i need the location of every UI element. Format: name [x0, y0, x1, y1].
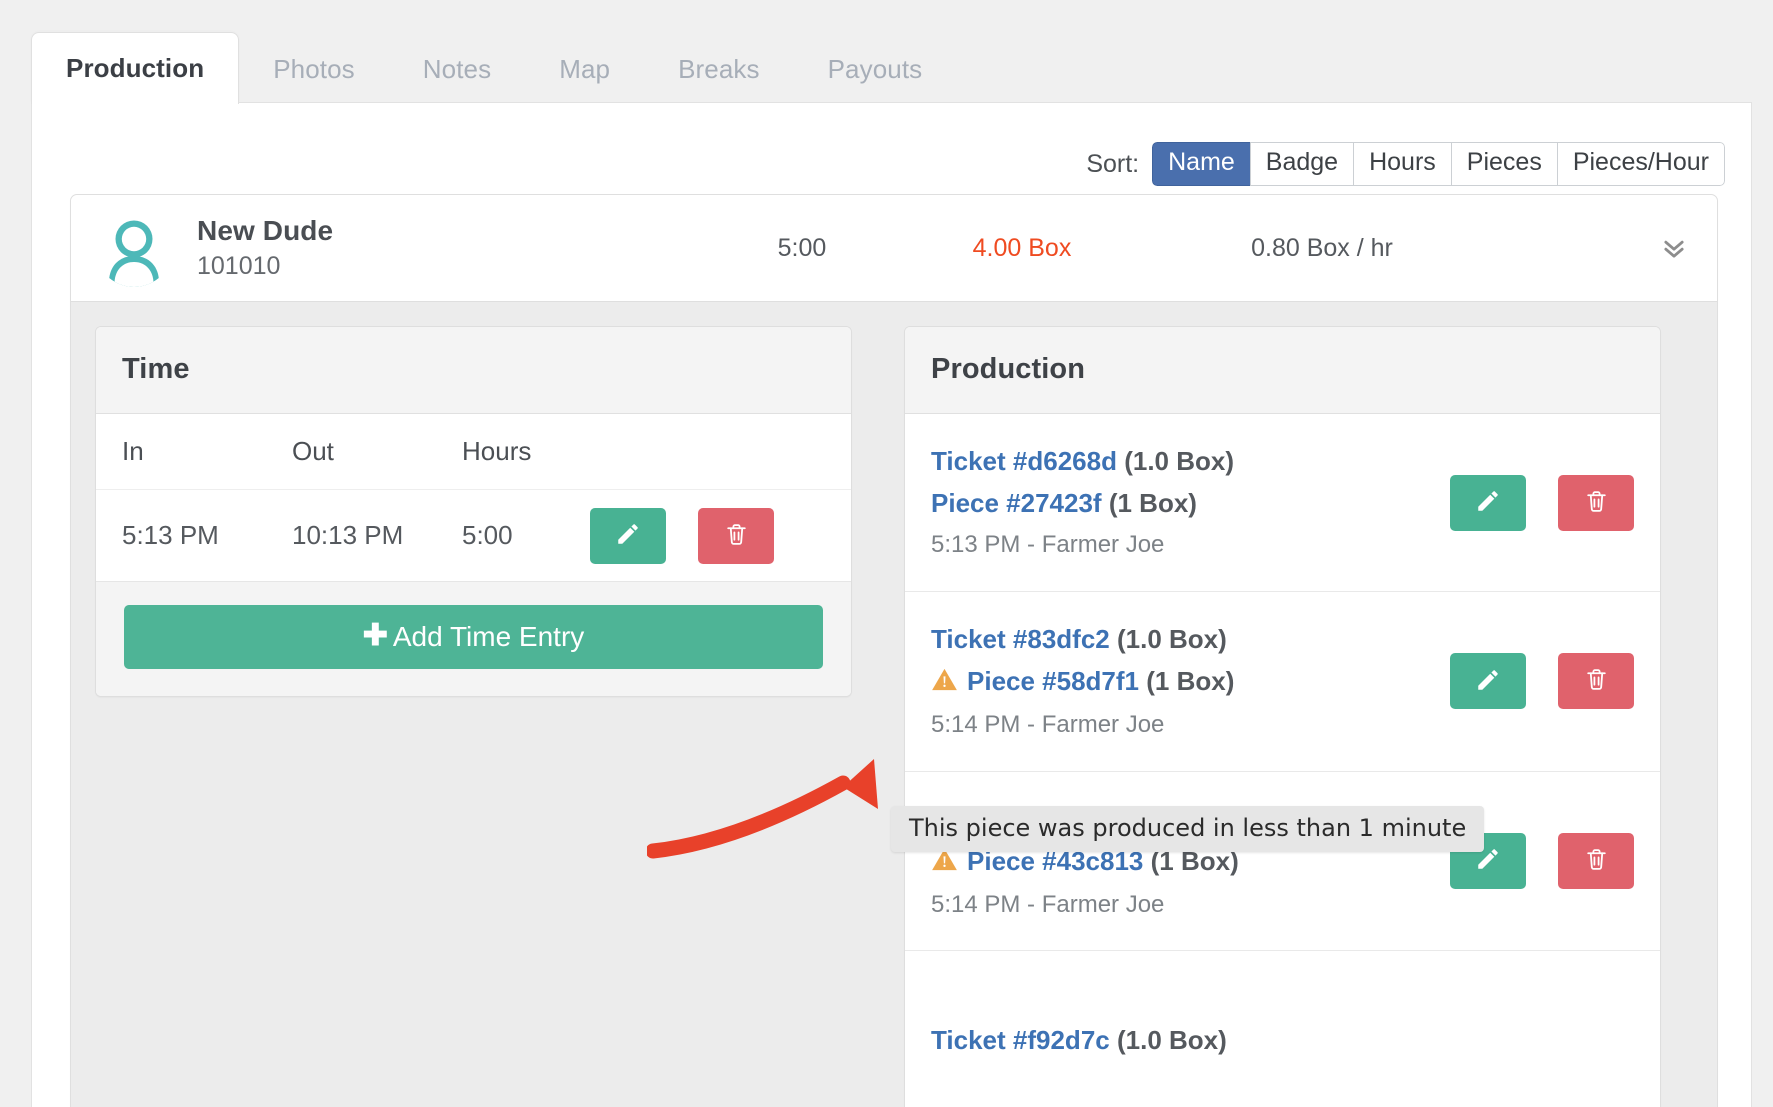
- piece-quantity: (1 Box): [1108, 488, 1197, 519]
- trash-icon: [1584, 489, 1609, 517]
- worker-hours-stat: 5:00: [777, 233, 827, 262]
- production-item-info: Ticket #83dfc2 (1.0 Box) Piece #58d7f1 (…: [931, 618, 1450, 745]
- tab-label: Payouts: [827, 54, 923, 84]
- edit-production-button[interactable]: [1450, 653, 1526, 710]
- piece-quantity: (1 Box): [1146, 666, 1235, 697]
- production-item-meta: 5:13 PM - Farmer Joe: [931, 531, 1165, 559]
- time-card-footer: ✚ Add Time Entry: [96, 582, 851, 696]
- time-col-hours: Hours: [462, 436, 532, 466]
- sort-option-hours[interactable]: Hours: [1353, 142, 1451, 186]
- tab-bar: Production Photos Notes Map Breaks Payou…: [31, 32, 1752, 104]
- worker-card-body: Time In Out Hours 5:13 PM 10:13 PM 5:00: [71, 301, 1717, 1107]
- piece-link[interactable]: Piece #27423f: [931, 488, 1102, 518]
- sort-bar: Sort: Name Badge Hours Pieces Pieces/Hou…: [1086, 141, 1725, 187]
- delete-production-button[interactable]: [1558, 832, 1634, 889]
- app-root: Production Photos Notes Map Breaks Payou…: [0, 0, 1773, 1107]
- edit-time-entry-button[interactable]: [590, 507, 666, 564]
- delete-production-button[interactable]: [1558, 474, 1634, 531]
- tab-label: Breaks: [678, 54, 760, 84]
- tab-label: Notes: [422, 54, 492, 84]
- warning-triangle-icon[interactable]: [931, 662, 958, 704]
- ticket-link[interactable]: Ticket #d6268d: [931, 446, 1117, 476]
- tab-label: Production: [66, 53, 205, 83]
- tab-label: Photos: [273, 54, 355, 84]
- sort-option-name[interactable]: Name: [1152, 142, 1250, 186]
- list-item: Ticket #83dfc2 (1.0 Box) Piece #58d7f1 (…: [905, 592, 1660, 772]
- table-row: 5:13 PM 10:13 PM 5:00: [96, 490, 851, 582]
- production-item-info: Ticket #f92d7c (1.0 Box): [931, 1019, 1634, 1061]
- worker-badge: 101010: [197, 251, 281, 280]
- ticket-link[interactable]: Ticket #83dfc2: [931, 624, 1110, 654]
- list-item: Ticket #f92d7c (1.0 Box): [905, 951, 1660, 1107]
- production-card: Production Ticket #d6268d (1.0 Box) Piec…: [904, 326, 1661, 1107]
- sort-button-group: Name Badge Hours Pieces Pieces/Hour: [1152, 142, 1725, 186]
- plus-icon: ✚: [362, 619, 388, 652]
- time-card-title: Time: [96, 327, 851, 414]
- tab-breaks[interactable]: Breaks: [644, 34, 794, 104]
- add-time-entry-button[interactable]: ✚ Add Time Entry: [124, 605, 823, 669]
- tab-photos[interactable]: Photos: [239, 34, 389, 104]
- tab-notes[interactable]: Notes: [389, 34, 525, 104]
- time-value-hours: 5:00: [462, 520, 513, 550]
- production-ticket-line: Ticket #d6268d (1.0 Box): [931, 440, 1436, 482]
- production-item-actions: [1450, 474, 1634, 531]
- production-item-actions: [1450, 653, 1634, 710]
- time-col-out: Out: [292, 436, 334, 466]
- tab-payouts[interactable]: Payouts: [794, 34, 957, 104]
- pencil-icon: [615, 521, 641, 550]
- tab-label: Map: [559, 54, 611, 84]
- production-item-meta: 5:14 PM - Farmer Joe: [931, 890, 1165, 918]
- worker-card: New Dude 101010 5:00 4.00 Box 0.80 Box /…: [70, 194, 1718, 1107]
- worker-card-header[interactable]: New Dude 101010 5:00 4.00 Box 0.80 Box /…: [71, 195, 1717, 301]
- pencil-icon: [1475, 667, 1501, 696]
- production-card-title: Production: [905, 327, 1660, 414]
- worker-rate-stat: 0.80 Box / hr: [1251, 233, 1393, 262]
- delete-production-button[interactable]: [1558, 653, 1634, 710]
- pencil-icon: [1475, 488, 1501, 517]
- add-time-entry-label: Add Time Entry: [392, 621, 585, 652]
- worker-identity: New Dude 101010: [197, 213, 717, 284]
- avatar: [95, 209, 173, 287]
- ticket-quantity: (1.0 Box): [1116, 1024, 1227, 1055]
- ticket-link[interactable]: Ticket #f92d7c: [931, 1025, 1110, 1055]
- delete-time-entry-button[interactable]: [698, 507, 774, 564]
- time-table-header: In Out Hours: [96, 414, 851, 490]
- list-item: Ticket #87b06d (1.0 Box) Piece #43c813: [905, 771, 1660, 952]
- production-item-info: Ticket #d6268d (1.0 Box) Piece #27423f (…: [931, 440, 1450, 565]
- tab-production[interactable]: Production: [31, 32, 240, 104]
- tooltip-text: This piece was produced in less than 1 m…: [909, 814, 1467, 842]
- sort-option-badge[interactable]: Badge: [1249, 142, 1354, 186]
- worker-name: New Dude: [197, 214, 334, 246]
- tab-map[interactable]: Map: [525, 34, 644, 104]
- trash-icon: [1584, 847, 1609, 875]
- piece-link[interactable]: Piece #58d7f1: [967, 666, 1139, 696]
- list-item: Ticket #d6268d (1.0 Box) Piece #27423f (…: [905, 414, 1660, 592]
- ticket-quantity: (1.0 Box): [1116, 624, 1227, 654]
- time-col-in: In: [122, 436, 144, 466]
- sort-option-pieces[interactable]: Pieces: [1450, 142, 1557, 186]
- time-value-in: 5:13 PM: [122, 520, 219, 550]
- time-value-out: 10:13 PM: [292, 520, 404, 550]
- edit-production-button[interactable]: [1450, 474, 1526, 531]
- production-ticket-line: Ticket #83dfc2 (1.0 Box): [931, 618, 1436, 660]
- production-piece-line: Piece #27423f (1 Box): [931, 482, 1436, 524]
- chevron-double-down-icon[interactable]: [1657, 231, 1691, 265]
- production-ticket-line: Ticket #f92d7c (1.0 Box): [931, 1019, 1620, 1061]
- time-card: Time In Out Hours 5:13 PM 10:13 PM 5:00: [95, 326, 852, 697]
- tab-panel-production: Sort: Name Badge Hours Pieces Pieces/Hou…: [31, 102, 1752, 1107]
- production-piece-line: Piece #58d7f1 (1 Box): [931, 660, 1436, 704]
- trash-icon: [724, 522, 749, 550]
- sort-label: Sort:: [1086, 149, 1140, 178]
- sort-option-pieces-hour[interactable]: Pieces/Hour: [1556, 142, 1725, 186]
- trash-icon: [1584, 667, 1609, 695]
- ticket-quantity: (1.0 Box): [1124, 446, 1235, 477]
- production-item-meta: 5:14 PM - Farmer Joe: [931, 711, 1165, 739]
- tooltip: This piece was produced in less than 1 m…: [891, 806, 1485, 852]
- worker-pieces-stat: 4.00 Box: [972, 233, 1072, 262]
